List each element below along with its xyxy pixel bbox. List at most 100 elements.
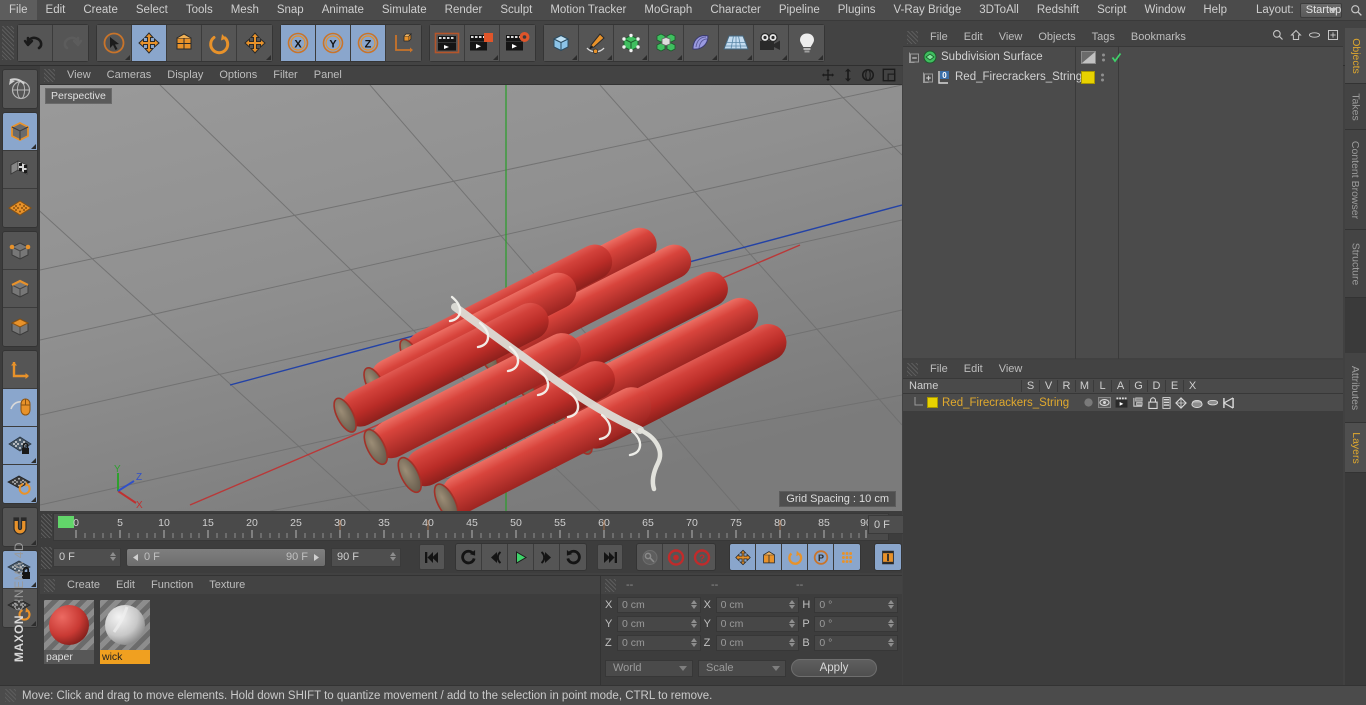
tag-dots-icon[interactable] xyxy=(1101,51,1106,64)
key-pla-button[interactable] xyxy=(834,544,860,570)
coord-input-size-y[interactable]: 0 cm xyxy=(715,616,800,632)
world-object-axis-button[interactable] xyxy=(386,25,421,61)
menu-plugins[interactable]: Plugins xyxy=(829,0,885,20)
material-name[interactable]: wick xyxy=(100,650,150,664)
object-row-subdivision-surface[interactable]: Subdivision Surface xyxy=(903,47,1343,67)
coordinate-mode-dropdown[interactable]: Scale xyxy=(698,659,786,677)
animation-icon[interactable] xyxy=(1162,396,1171,409)
menu-tools[interactable]: Tools xyxy=(177,0,222,20)
viewport-3d[interactable]: Perspective Y X Z Grid Spacing : 10 cm xyxy=(40,85,902,511)
spinner-icon[interactable] xyxy=(789,638,796,647)
layout-dropdown[interactable]: Startup xyxy=(1299,2,1343,18)
viewport-menu-options[interactable]: Options xyxy=(211,66,265,84)
spinner-icon[interactable] xyxy=(888,619,895,628)
record-keyframe-button[interactable] xyxy=(663,544,689,570)
deformer-button[interactable] xyxy=(684,25,719,61)
layer-col-s[interactable]: S xyxy=(1021,380,1039,392)
material-menu-function[interactable]: Function xyxy=(143,577,201,594)
key-scale-button[interactable] xyxy=(756,544,782,570)
spline-pen-button[interactable] xyxy=(579,25,614,61)
layer-row[interactable]: Red_Firecrackers_String xyxy=(903,394,1343,411)
scale-tool-button[interactable] xyxy=(167,25,202,61)
spinner-icon[interactable] xyxy=(789,600,796,609)
layer-col-a[interactable]: A xyxy=(1111,380,1129,392)
spinner-icon[interactable] xyxy=(690,619,697,628)
object-menu-objects[interactable]: Objects xyxy=(1030,29,1083,46)
layer-col-l[interactable]: L xyxy=(1093,380,1111,392)
material-name[interactable]: paper xyxy=(44,650,94,664)
undo-view-button[interactable] xyxy=(3,70,37,108)
menu-animate[interactable]: Animate xyxy=(313,0,373,20)
rotate-view-icon[interactable] xyxy=(861,68,875,82)
tab-layers[interactable]: Layers xyxy=(1345,423,1366,473)
tab-takes[interactable]: Takes xyxy=(1345,84,1366,130)
menu-mesh[interactable]: Mesh xyxy=(222,0,268,20)
menu-select[interactable]: Select xyxy=(127,0,177,20)
menu-help[interactable]: Help xyxy=(1194,0,1236,20)
dolly-icon[interactable] xyxy=(842,68,854,82)
yellow-layer-tag-icon[interactable] xyxy=(1081,70,1095,84)
lock-icon[interactable] xyxy=(1148,396,1158,409)
enable-axis-button[interactable] xyxy=(3,427,37,465)
layer-col-g[interactable]: G xyxy=(1129,380,1147,392)
key-parameter-button[interactable]: P xyxy=(808,544,834,570)
key-rotation-button[interactable] xyxy=(782,544,808,570)
material-menu-edit[interactable]: Edit xyxy=(108,577,143,594)
timeline-ruler-grip[interactable] xyxy=(41,514,52,538)
range-right-icon[interactable] xyxy=(312,553,321,562)
go-to-start-button[interactable] xyxy=(419,544,445,570)
material-thumbnail[interactable] xyxy=(100,600,150,650)
play-button[interactable] xyxy=(508,544,534,570)
expression-icon[interactable] xyxy=(1207,397,1219,408)
material-menu-texture[interactable]: Texture xyxy=(201,577,253,594)
object-manager-grip[interactable] xyxy=(907,30,918,44)
material-item-paper[interactable]: paper xyxy=(44,600,94,686)
solo-icon[interactable] xyxy=(1083,397,1094,408)
viewport-menu-display[interactable]: Display xyxy=(159,66,211,84)
x-axis-lock-button[interactable]: X xyxy=(281,25,316,61)
menu-motion-tracker[interactable]: Motion Tracker xyxy=(541,0,635,20)
rotate-tool-button[interactable] xyxy=(202,25,237,61)
deformer-icon[interactable] xyxy=(1191,397,1203,409)
cube-primitive-button[interactable] xyxy=(544,25,579,61)
viewport-grip[interactable] xyxy=(44,68,55,82)
maximize-view-icon[interactable] xyxy=(882,68,896,82)
move-alt-button[interactable] xyxy=(237,25,272,61)
check-icon[interactable] xyxy=(1111,52,1122,63)
menu-sculpt[interactable]: Sculpt xyxy=(491,0,541,20)
material-item-wick[interactable]: wick xyxy=(100,600,150,686)
range-left-icon[interactable] xyxy=(131,553,140,562)
coord-input-rot-b[interactable]: 0 ° xyxy=(814,635,899,651)
menu-script[interactable]: Script xyxy=(1088,0,1135,20)
display-tag-icon[interactable] xyxy=(1081,50,1096,64)
status-bar-grip[interactable] xyxy=(5,689,16,702)
mograph-cloner-button[interactable] xyxy=(649,25,684,61)
play-backward-loop-button[interactable] xyxy=(456,544,482,570)
menu-3dtoall[interactable]: 3DToAll xyxy=(970,0,1028,20)
key-position-button[interactable] xyxy=(730,544,756,570)
layer-menu-file[interactable]: File xyxy=(922,361,956,378)
polygons-mode-button[interactable] xyxy=(3,308,37,346)
texture-mode-button[interactable] xyxy=(3,151,37,189)
manager-icon[interactable] xyxy=(1132,397,1144,408)
coordinates-grip[interactable] xyxy=(605,578,616,592)
coord-input-pos-z[interactable]: 0 cm xyxy=(617,635,701,651)
menu-file[interactable]: File xyxy=(0,0,37,20)
spinner-icon[interactable] xyxy=(110,551,116,561)
search-icon[interactable] xyxy=(1272,29,1284,41)
spinner-icon[interactable] xyxy=(789,619,796,628)
camera-button[interactable] xyxy=(754,25,789,61)
viewport-solo-button[interactable] xyxy=(3,389,37,427)
spinner-icon[interactable] xyxy=(690,600,697,609)
live-selection-button[interactable] xyxy=(97,25,132,61)
model-mode-button[interactable] xyxy=(3,113,37,151)
timeline-ruler[interactable]: 0 5 10 15 20 25 30 35 40 45 50 55 60 65 70 75 80 85 … xyxy=(53,513,889,541)
step-back-button[interactable] xyxy=(482,544,508,570)
home-icon[interactable] xyxy=(1290,29,1302,41)
tab-attributes[interactable]: Attributes xyxy=(1345,353,1366,423)
menu-render[interactable]: Render xyxy=(436,0,492,20)
generator-icon[interactable] xyxy=(1175,396,1188,409)
object-menu-bookmarks[interactable]: Bookmarks xyxy=(1123,29,1194,46)
visible-icon[interactable] xyxy=(1098,397,1112,408)
apply-button[interactable]: Apply xyxy=(791,659,877,677)
